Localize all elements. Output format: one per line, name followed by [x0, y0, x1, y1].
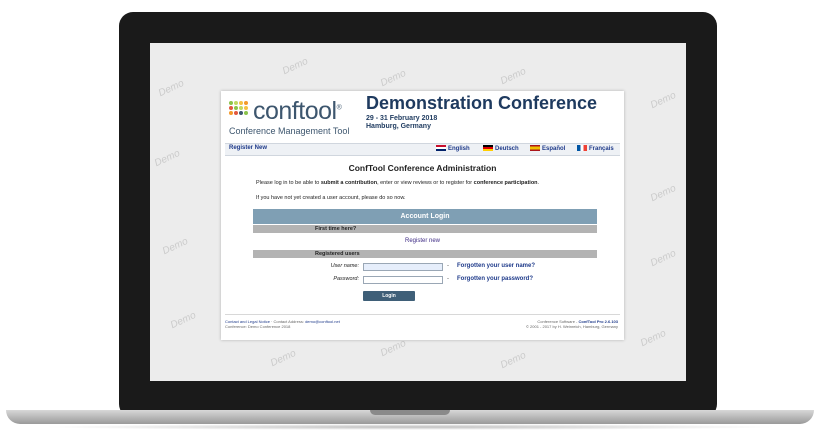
watermark: Demo	[156, 77, 186, 100]
password-input[interactable]	[363, 276, 443, 284]
logo-dot	[244, 111, 248, 115]
watermark: Demo	[638, 327, 668, 350]
page-title: ConfTool Conference Administration	[348, 163, 497, 173]
conference-location: Hamburg, Germany	[366, 123, 431, 130]
username-input[interactable]	[363, 263, 443, 271]
dash: -	[447, 263, 449, 269]
logo-dot	[229, 106, 233, 110]
watermark: Demo	[648, 247, 678, 270]
watermark: Demo	[498, 349, 528, 372]
watermark: Demo	[152, 147, 182, 170]
logo-dot	[244, 106, 248, 110]
footer-divider	[225, 314, 620, 315]
watermark: Demo	[378, 337, 408, 360]
lang-english-link[interactable]: English	[436, 145, 470, 152]
laptop-shadow	[40, 424, 780, 430]
intro-text: Please log in to be able to submit a con…	[256, 180, 540, 186]
nav-bar: Register New English Deutsch Español Fra…	[225, 143, 620, 156]
logo-dot	[239, 106, 243, 110]
logo-subtitle: Conference Management Tool	[229, 126, 350, 136]
conftool-page: conftool® Conference Management Tool Dem…	[221, 91, 624, 340]
register-new-link[interactable]: Register new	[221, 238, 624, 244]
logo-dot	[244, 101, 248, 105]
watermark: Demo	[280, 55, 310, 78]
login-button[interactable]: Login	[363, 291, 415, 301]
lang-espanol-link[interactable]: Español	[530, 145, 565, 152]
uk-flag-icon	[436, 145, 446, 151]
watermark: Demo	[648, 89, 678, 112]
spain-flag-icon	[530, 145, 540, 151]
conference-dates: 29 - 31 February 2018	[366, 115, 438, 122]
logo-dot	[234, 101, 238, 105]
footer-copyright: © 2001 - 2017 by H. Weinreich, Hamburg, …	[525, 324, 618, 329]
logo-dot	[229, 101, 233, 105]
footer-conference: Conference: Demo Conference 2018	[225, 324, 291, 329]
logo-dot	[234, 111, 238, 115]
no-account-text: If you have not yet created a user accou…	[256, 195, 406, 201]
watermark: Demo	[378, 67, 408, 90]
logo-dot	[229, 111, 233, 115]
watermark: Demo	[648, 182, 678, 205]
forgot-username-link[interactable]: Forgotten your user name?	[457, 263, 535, 269]
lang-deutsch-link[interactable]: Deutsch	[483, 145, 519, 152]
registered-users-bar: Registered users	[253, 250, 597, 258]
lang-francais-link[interactable]: Français	[577, 145, 614, 152]
watermark: Demo	[168, 309, 198, 332]
account-login-header: Account Login	[253, 209, 597, 224]
logo-dot	[234, 106, 238, 110]
dash: -	[447, 276, 449, 282]
forgot-password-link[interactable]: Forgotten your password?	[457, 276, 533, 282]
laptop-notch	[370, 410, 450, 415]
logo-dot	[239, 111, 243, 115]
watermark: Demo	[498, 65, 528, 88]
conference-title: Demonstration Conference	[366, 93, 598, 113]
france-flag-icon	[577, 145, 587, 151]
conftool-logo[interactable]: conftool® Conference Management Tool	[229, 97, 359, 139]
logo-dots-icon	[229, 101, 251, 121]
first-time-bar: First time here?	[253, 225, 597, 233]
logo-word: conftool®	[253, 97, 342, 125]
nav-register-new-link[interactable]: Register New	[229, 145, 267, 151]
germany-flag-icon	[483, 145, 493, 151]
laptop-screen: Demo Demo Demo Demo Demo Demo Demo Demo …	[150, 43, 686, 381]
logo-dot	[239, 101, 243, 105]
contact-email-link[interactable]: demo@conftool.net	[305, 319, 340, 324]
password-label: Password:	[333, 276, 359, 282]
username-label: User name:	[330, 263, 359, 269]
watermark: Demo	[268, 347, 298, 370]
watermark: Demo	[160, 235, 190, 258]
